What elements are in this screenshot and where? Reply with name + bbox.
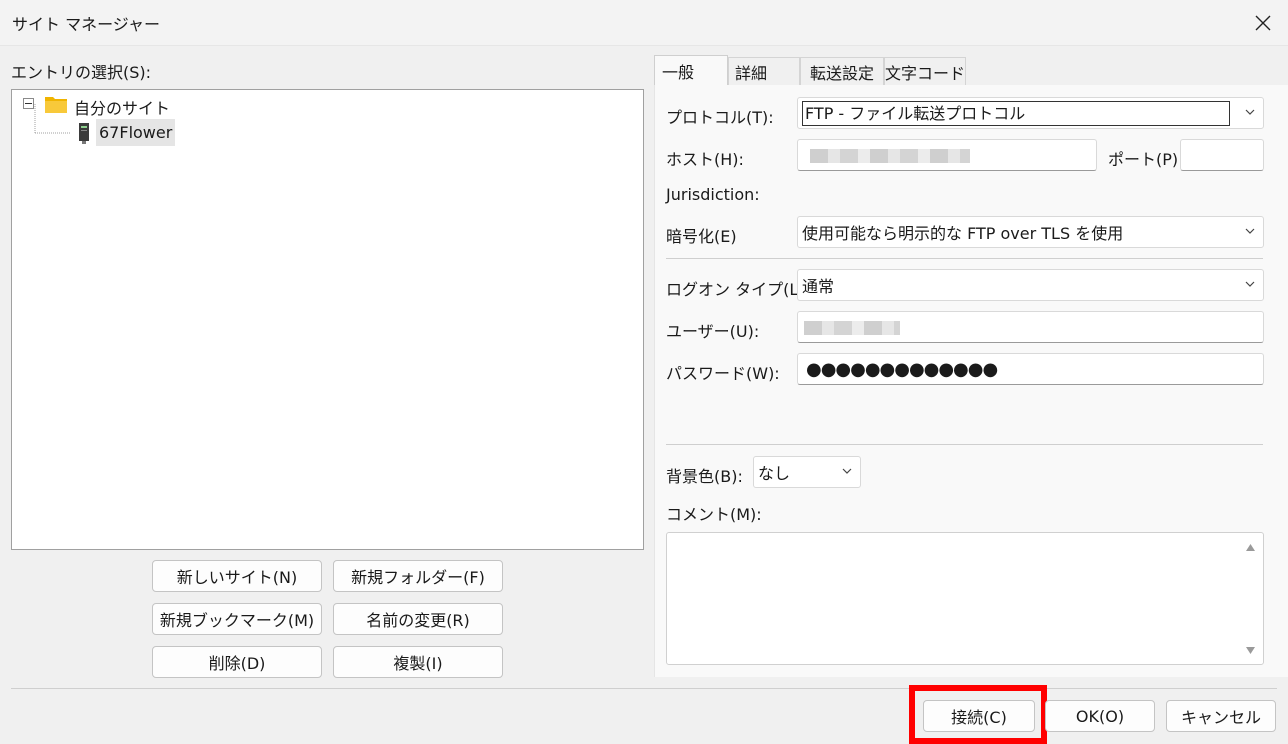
chevron-down-icon: [842, 468, 852, 474]
logon-type-select[interactable]: 通常: [797, 269, 1264, 301]
protocol-label: プロトコル(T):: [666, 108, 774, 127]
encryption-select[interactable]: 使用可能なら明示的な FTP over TLS を使用: [797, 216, 1264, 248]
footer-separator: [11, 688, 1277, 689]
comment-label: コメント(M):: [666, 505, 762, 524]
new-site-button[interactable]: 新しいサイト(N): [152, 560, 322, 592]
separator: [666, 258, 1263, 259]
bgcolor-label: 背景色(B):: [666, 467, 743, 486]
tab-general[interactable]: 一般: [654, 55, 728, 86]
site-tree[interactable]: 自分のサイト 67Flower: [11, 89, 644, 550]
folder-icon: [45, 97, 67, 113]
collapse-toggle[interactable]: [23, 98, 34, 109]
chevron-down-icon: [1245, 109, 1255, 115]
jurisdiction-label: Jurisdiction:: [666, 185, 760, 204]
user-value-redacted: [804, 321, 900, 335]
bgcolor-value: なし: [758, 464, 791, 483]
server-icon: [79, 123, 89, 144]
close-button[interactable]: [1246, 6, 1280, 40]
encryption-value: 使用可能なら明示的な FTP over TLS を使用: [802, 224, 1124, 243]
chevron-down-icon: [1245, 281, 1255, 287]
separator: [666, 444, 1263, 445]
tab-transfer-settings[interactable]: 転送設定: [800, 57, 884, 85]
cancel-button[interactable]: キャンセル: [1166, 700, 1276, 732]
user-input[interactable]: [797, 311, 1264, 343]
window-title: サイト マネージャー: [12, 15, 160, 34]
duplicate-button[interactable]: 複製(I): [333, 646, 503, 678]
new-folder-button[interactable]: 新規フォルダー(F): [333, 560, 503, 592]
scroll-down-icon[interactable]: [1245, 646, 1256, 655]
password-label: パスワード(W):: [666, 364, 780, 383]
port-label: ポート(P):: [1108, 150, 1184, 169]
connect-button[interactable]: 接続(C): [923, 700, 1035, 732]
host-value-redacted: [810, 149, 970, 163]
host-input[interactable]: [797, 139, 1097, 171]
chevron-down-icon: [1245, 228, 1255, 234]
logon-type-label: ログオン タイプ(L):: [666, 280, 810, 299]
bgcolor-select[interactable]: なし: [753, 456, 861, 488]
tab-advanced[interactable]: 詳細: [728, 57, 800, 85]
encryption-label: 暗号化(E): [666, 227, 737, 246]
ok-button[interactable]: OK(O): [1045, 700, 1155, 732]
host-label: ホスト(H):: [666, 150, 744, 169]
user-label: ユーザー(U):: [666, 322, 760, 341]
logon-type-value: 通常: [802, 277, 835, 296]
delete-button[interactable]: 削除(D): [152, 646, 322, 678]
protocol-value: FTP - ファイル転送プロトコル: [802, 100, 1230, 126]
comment-textarea[interactable]: [666, 532, 1264, 665]
tree-item-my-sites[interactable]: 自分のサイト: [74, 95, 170, 119]
minus-icon: [25, 103, 32, 104]
protocol-select[interactable]: FTP - ファイル転送プロトコル: [797, 97, 1264, 129]
tab-charset[interactable]: 文字コード: [884, 57, 966, 85]
comment-scrollbar[interactable]: [1238, 533, 1263, 664]
entry-select-label: エントリの選択(S):: [11, 63, 152, 82]
scroll-up-icon[interactable]: [1245, 543, 1256, 552]
new-bookmark-button[interactable]: 新規ブックマーク(M): [152, 603, 322, 635]
rename-button[interactable]: 名前の変更(R): [333, 603, 503, 635]
title-bar: [0, 0, 1288, 46]
port-input[interactable]: [1180, 139, 1264, 171]
password-input[interactable]: ●●●●●●●●●●●●●: [797, 353, 1264, 385]
tree-item-site[interactable]: 67Flower: [96, 119, 176, 146]
close-icon: [1255, 15, 1271, 31]
